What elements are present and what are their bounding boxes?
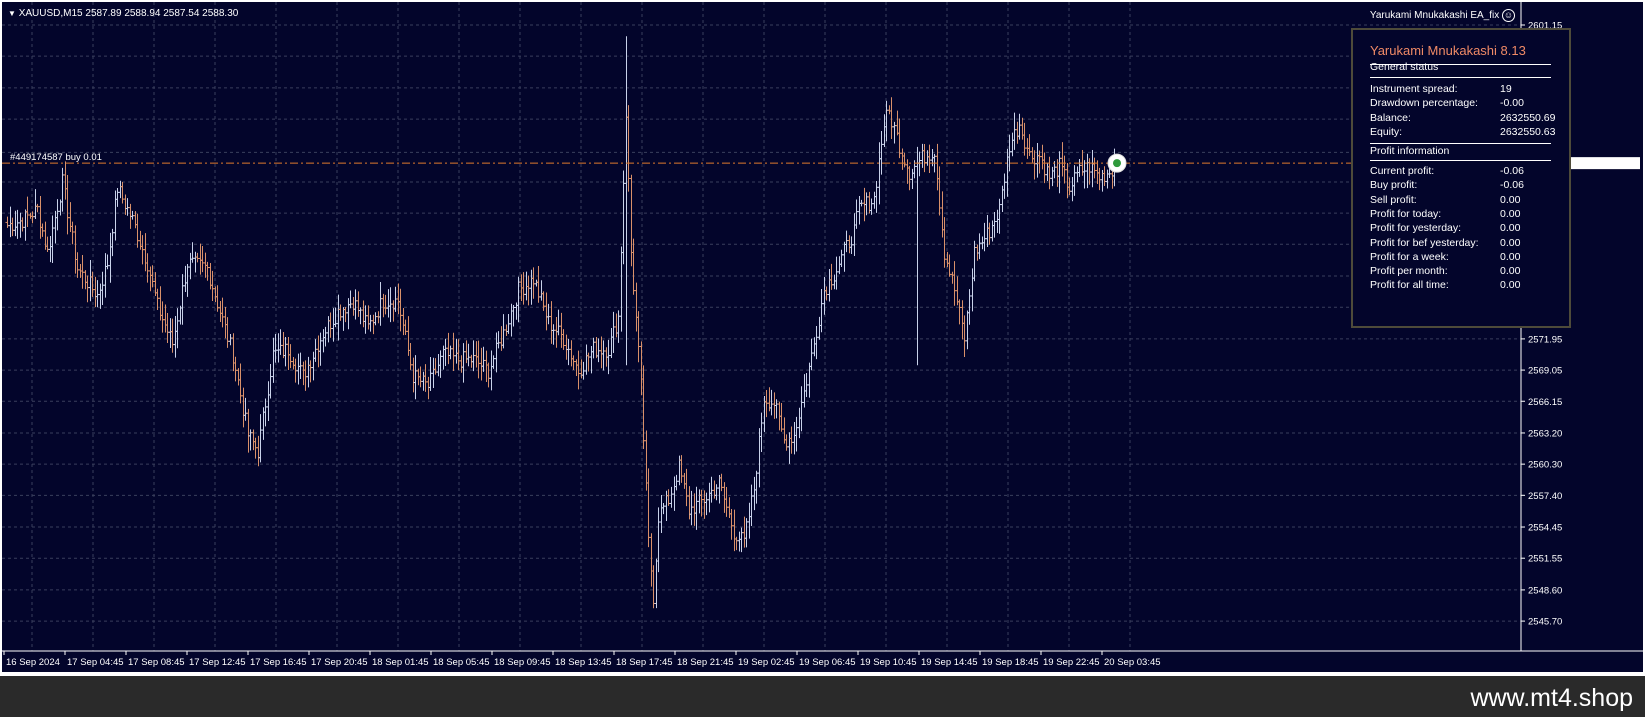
panel-row-value: 0.00 <box>1500 250 1521 263</box>
panel-row-value: -0.06 <box>1500 179 1524 192</box>
time-axis-tick-label: 17 Sep 08:45 <box>128 657 185 668</box>
panel-row: Profit for today: 0.00 <box>1370 208 1560 222</box>
panel-row-label: Instrument spread: <box>1370 83 1458 95</box>
price-axis-tick-label: 2563.20 <box>1528 428 1562 439</box>
panel-row-value: 0.00 <box>1500 265 1521 278</box>
panel-row-label: Sell profit: <box>1370 193 1417 206</box>
time-axis-tick-label: 20 Sep 03:45 <box>1104 657 1161 668</box>
panel-row: Profit for all time: 0.00 <box>1370 279 1560 293</box>
panel-row-label: Profit for bef yesterday: <box>1370 236 1479 249</box>
panel-row: Profit for yesterday: 0.00 <box>1370 222 1560 236</box>
chart-window: 2601.152598.252595.302592.402589.302586.… <box>0 0 1645 676</box>
panel-row: Balance: 2632550.69 <box>1370 112 1560 126</box>
chart-plot-area[interactable]: 2601.152598.252595.302592.402589.302586.… <box>2 2 1643 672</box>
price-axis-tick-label: 2571.95 <box>1528 334 1562 345</box>
panel-row: Buy profit: -0.06 <box>1370 179 1560 193</box>
time-axis-tick-label: 19 Sep 02:45 <box>738 657 795 668</box>
time-axis-tick-label: 18 Sep 21:45 <box>677 657 734 668</box>
panel-row-value: 0.00 <box>1500 193 1521 206</box>
time-axis-tick-label: 18 Sep 13:45 <box>555 657 612 668</box>
trade-marker-dot <box>1113 159 1121 168</box>
panel-row-value: 2632550.69 <box>1500 111 1556 124</box>
expert-advisor-name: Yarukami Mnukakashi EA_fix <box>1369 10 1500 22</box>
panel-row: Instrument spread: 19 <box>1370 83 1560 97</box>
panel-row: Sell profit: 0.00 <box>1370 194 1560 208</box>
time-axis-tick-label: 19 Sep 10:45 <box>860 657 917 668</box>
price-axis-tick-label: 2548.60 <box>1528 585 1562 596</box>
panel-row-value: 0.00 <box>1500 222 1521 235</box>
order-label: #449174587 buy 0.01 <box>10 152 102 163</box>
panel-row-value: 2632550.63 <box>1500 125 1556 138</box>
panel-row-label: Buy profit: <box>1370 179 1418 192</box>
profit-information-heading: Profit information <box>1370 145 1450 157</box>
divider <box>1370 143 1551 144</box>
time-axis-tick-label: 19 Sep 22:45 <box>1043 657 1100 668</box>
panel-row-label: Current profit: <box>1370 165 1435 177</box>
divider <box>1370 77 1551 78</box>
time-axis-tick-label: 19 Sep 06:45 <box>799 657 856 668</box>
symbol-info: ▼ XAUUSD,M15 2587.89 2588.94 2587.54 258… <box>8 8 238 19</box>
ea-info-panel: Yarukami Mnukakashi 8.13 General status … <box>1351 28 1571 328</box>
time-axis-tick-label: 17 Sep 04:45 <box>67 657 124 668</box>
price-axis-tick-label: 2560.30 <box>1528 460 1562 471</box>
time-axis-tick-label: 18 Sep 01:45 <box>372 657 429 668</box>
panel-row-label: Profit for today: <box>1370 207 1442 220</box>
time-axis-tick-label: 19 Sep 14:45 <box>921 657 978 668</box>
price-axis-tick-label: 2557.40 <box>1528 491 1562 502</box>
panel-row-value: 19 <box>1500 83 1512 95</box>
dropdown-triangle-icon[interactable]: ▼ <box>8 9 16 18</box>
general-status-heading: General status <box>1370 61 1439 73</box>
panel-row-label: Profit for all time: <box>1370 279 1449 292</box>
time-axis-tick-label: 18 Sep 05:45 <box>433 657 490 668</box>
panel-row-value: 0.00 <box>1500 279 1521 292</box>
price-axis-tick-label: 2545.70 <box>1528 617 1562 628</box>
panel-row-value: -0.00 <box>1500 97 1524 110</box>
time-axis-tick-label: 17 Sep 12:45 <box>189 657 246 668</box>
panel-row-label: Equity: <box>1370 125 1403 138</box>
panel-row: Drawdown percentage: -0.00 <box>1370 97 1560 111</box>
panel-row-value: 0.00 <box>1500 236 1521 249</box>
panel-row-label: Profit for yesterday: <box>1370 222 1462 235</box>
price-axis-tick-label: 2554.45 <box>1528 523 1562 534</box>
panel-row: Profit for bef yesterday: 0.00 <box>1370 237 1560 251</box>
symbol-quote-text: XAUUSD,M15 2587.89 2588.94 2587.54 2588.… <box>18 8 239 19</box>
price-axis-tick-label: 2551.55 <box>1528 554 1562 565</box>
panel-row-label: Profit for a week: <box>1370 250 1449 263</box>
expert-advisor-label[interactable]: Yarukami Mnukakashi EA_fix ☺ <box>1370 9 1515 22</box>
price-axis-tick-label: 2569.05 <box>1528 366 1562 377</box>
smiley-icon[interactable]: ☺ <box>1502 9 1515 22</box>
panel-row: Equity: 2632550.63 <box>1370 126 1560 140</box>
panel-row: Current profit: -0.06 <box>1370 165 1560 179</box>
panel-title: Yarukami Mnukakashi 8.13 <box>1370 43 1526 58</box>
panel-row-value: -0.06 <box>1500 165 1524 177</box>
footer-url: www.mt4.shop <box>1470 684 1633 712</box>
panel-row-label: Profit per month: <box>1370 265 1448 278</box>
price-axis-tick-label: 2566.15 <box>1528 397 1562 408</box>
divider <box>1370 160 1551 161</box>
panel-row-label: Balance: <box>1370 111 1411 124</box>
panel-row: Profit per month: 0.00 <box>1370 265 1560 279</box>
time-axis-tick-label: 19 Sep 18:45 <box>982 657 1039 668</box>
time-axis-tick-label: 17 Sep 16:45 <box>250 657 307 668</box>
time-axis-tick-label: 16 Sep 2024 <box>6 657 60 668</box>
panel-row-value: 0.00 <box>1500 207 1521 220</box>
time-axis-tick-label: 17 Sep 20:45 <box>311 657 368 668</box>
time-axis-tick-label: 18 Sep 09:45 <box>494 657 551 668</box>
panel-row: Profit for a week: 0.00 <box>1370 251 1560 265</box>
panel-row-label: Drawdown percentage: <box>1370 97 1478 110</box>
time-axis-tick-label: 18 Sep 17:45 <box>616 657 673 668</box>
